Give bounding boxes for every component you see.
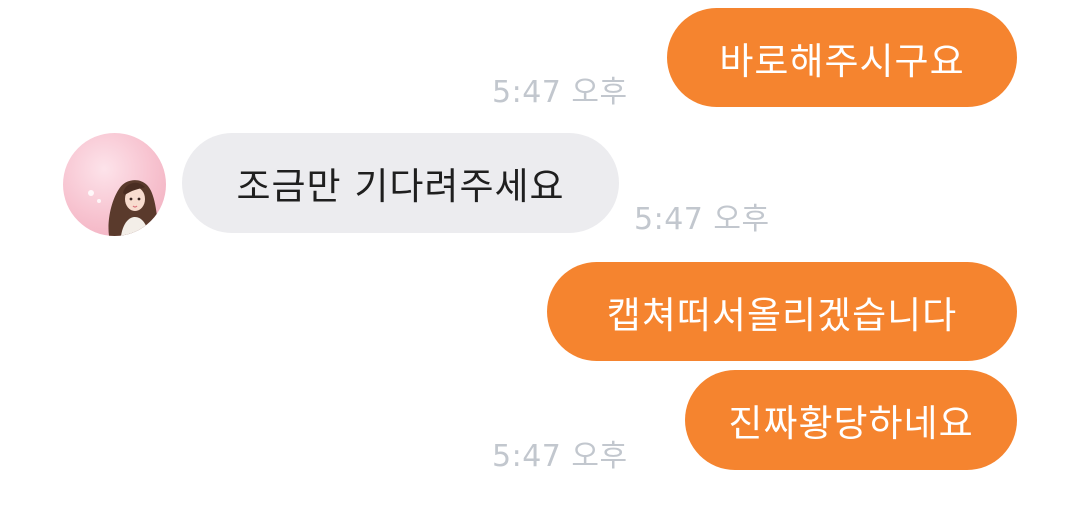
message-timestamp: 5:47 오후 bbox=[492, 75, 628, 110]
message-timestamp: 5:47 오후 bbox=[634, 202, 770, 237]
message-bubble-outgoing[interactable]: 진짜황당하네요 bbox=[685, 370, 1017, 470]
message-bubble-outgoing[interactable]: 바로해주시구요 bbox=[667, 8, 1017, 107]
girl-avatar-icon bbox=[88, 180, 159, 236]
message-bubble-outgoing[interactable]: 캡쳐떠서올리겠습니다 bbox=[547, 262, 1017, 361]
message-timestamp: 5:47 오후 bbox=[492, 439, 628, 474]
message-bubble-incoming[interactable]: 조금만 기다려주세요 bbox=[182, 133, 619, 233]
contact-avatar[interactable] bbox=[63, 133, 166, 236]
